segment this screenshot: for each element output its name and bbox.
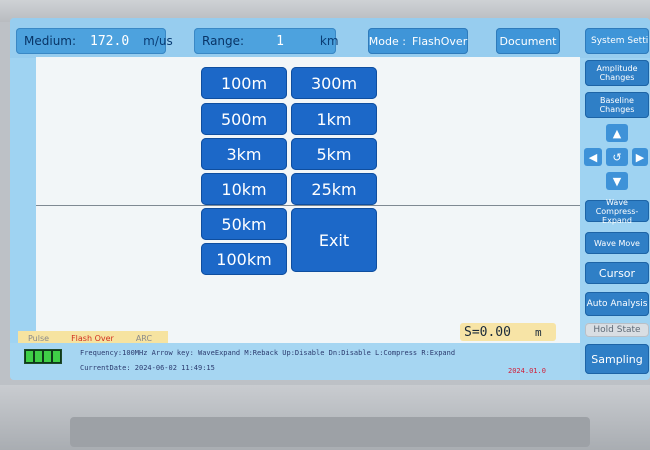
mode-label: Mode : [368,34,406,48]
battery-cell [44,351,51,362]
auto-analysis-button[interactable]: Auto Analysis [585,292,649,316]
range-10km-button[interactable]: 10km [201,173,287,205]
medium-value: 172.0 [90,33,130,49]
hold-state-button[interactable]: Hold State [585,323,649,337]
baseline-changes-button[interactable]: Baseline Changes [585,92,649,118]
battery-cell [53,351,60,362]
waveform-plot[interactable] [36,57,580,355]
battery-cell [26,351,33,362]
mode-arc[interactable]: ARC [136,334,152,343]
version-label: 2024.01.0 [508,367,546,375]
battery-cell [35,351,42,362]
range-value: 1 [276,33,284,49]
range-100km-button[interactable]: 100km [201,243,287,275]
arrow-center-icon[interactable]: ↺ [606,148,628,166]
medium-field[interactable]: Medium: 172.0 m/us [16,28,173,54]
range-3km-button[interactable]: 3km [201,138,287,170]
range-label: Range: [202,34,245,48]
status-bar: Frequency:100MHz Arrow key: WaveExpand M… [10,343,580,380]
arrow-down-icon[interactable]: ▼ [606,172,628,190]
device-slot [70,417,590,447]
amplitude-changes-button[interactable]: Amplitude Changes [585,60,649,86]
document-button[interactable]: Document [496,28,560,54]
mode-value: FlashOver [411,34,468,48]
sampling-button[interactable]: Sampling [585,344,649,374]
cursor-button[interactable]: Cursor [585,262,649,284]
range-25km-button[interactable]: 25km [291,173,377,205]
device-bezel-bottom [0,385,650,450]
medium-label: Medium: [24,34,77,48]
range-100m-button[interactable]: 100m [201,67,287,99]
medium-unit: m/us [143,34,173,48]
device-screen: Medium: 172.0 m/us Range: 1 km Mode : Fl… [10,18,650,380]
range-field[interactable]: Range: 1 km [194,28,339,54]
mode-button[interactable]: Mode : FlashOver [368,28,468,54]
distance-value: 0.00 [479,324,511,340]
mode-pulse[interactable]: Pulse [28,334,49,343]
range-500m-button[interactable]: 500m [201,103,287,135]
arrow-left-icon[interactable]: ◀ [584,148,602,166]
range-5km-button[interactable]: 5km [291,138,377,170]
status-help-text: Frequency:100MHz Arrow key: WaveExpand M… [80,349,456,357]
distance-label: S= [464,324,480,340]
current-date: CurrentDate: 2024-06-02 11:49:15 [80,364,215,372]
range-unit: km [319,34,339,48]
baseline-trace [36,205,580,206]
range-50km-button[interactable]: 50km [201,208,287,240]
battery-icon [24,349,62,364]
mode-flash-over[interactable]: Flash Over [71,334,114,343]
system-settings-button[interactable]: System Setting [585,28,649,54]
exit-button[interactable]: Exit [291,208,377,272]
distance-readout: S= 0.00 m [460,323,556,341]
distance-unit: m [534,325,542,339]
wave-move-button[interactable]: Wave Move [585,232,649,254]
range-1km-button[interactable]: 1km [291,103,377,135]
arrow-up-icon[interactable]: ▲ [606,124,628,142]
top-bar: Medium: 172.0 m/us Range: 1 km Mode : Fl… [10,18,650,58]
arrow-right-icon[interactable]: ▶ [632,148,648,166]
range-300m-button[interactable]: 300m [291,67,377,99]
wave-compress-expand-button[interactable]: Wave Compress-Expand [585,198,649,225]
